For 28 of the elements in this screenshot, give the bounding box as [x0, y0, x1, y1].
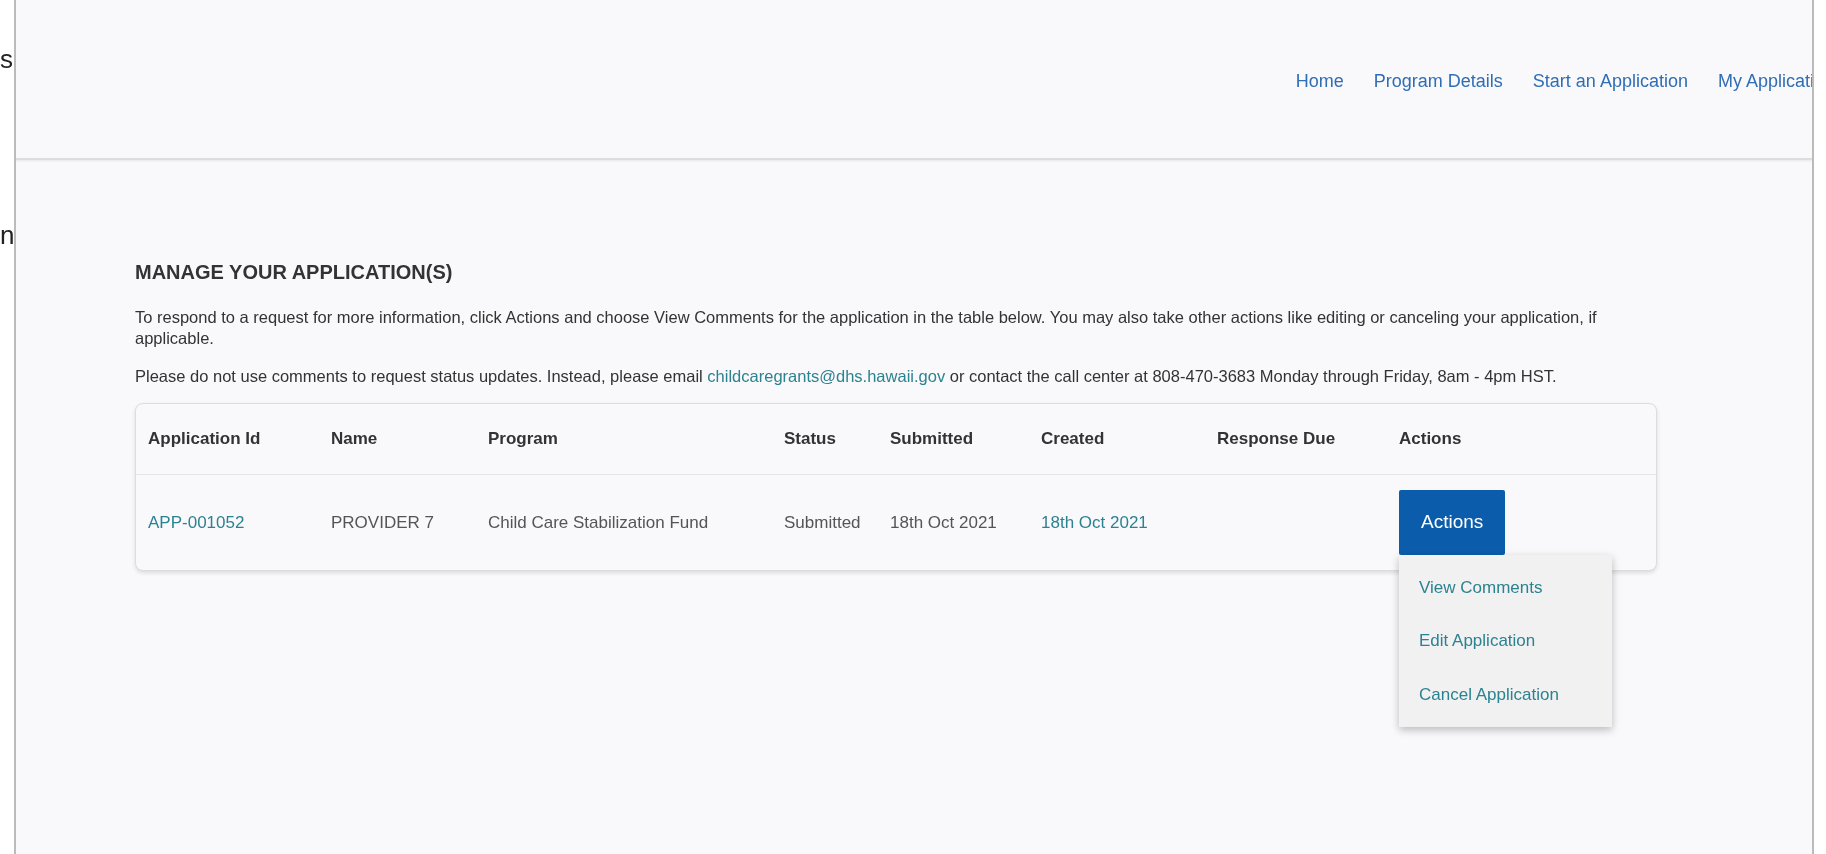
text-fragment: n	[0, 222, 15, 248]
column-header: Application Id	[136, 404, 319, 475]
table-link[interactable]: 18th Oct 2021	[1041, 512, 1148, 532]
column-header: Status	[772, 404, 878, 475]
column-header: Program	[476, 404, 772, 475]
nav-link[interactable]: Home	[1295, 68, 1344, 158]
menu-item[interactable]: Edit Application	[1399, 614, 1612, 668]
paragraph: To respond to a request for more information, click Actions and choose View Comments for the application in the table below. You may also take other actions like editing or canceling your application, if applicable.	[135, 307, 1598, 350]
nav-link[interactable]: My Applicati	[1717, 68, 1812, 158]
menu-item[interactable]: Cancel Application	[1399, 667, 1612, 722]
email-link[interactable]: childcaregrants@dhs.hawaii.gov	[707, 366, 946, 385]
table-cell: Child Care Stabilization Fund	[488, 512, 709, 532]
column-header: Response Due	[1205, 404, 1387, 475]
table-cell: PROVIDER 7	[331, 512, 434, 532]
nav-link[interactable]: Start an Application	[1532, 68, 1688, 158]
menu-item[interactable]: View Comments	[1399, 560, 1612, 615]
paragraph: Please do not use comments to request status updates. Instead, please email childcaregrants@dhs.hawaii.gov or contact the call center at 808-470-3683 Monday through Friday, 8am - 4pm HST.	[135, 365, 1558, 387]
nav-link[interactable]: Program Details	[1373, 68, 1503, 158]
table-link[interactable]: APP-001052	[148, 512, 245, 532]
column-header: Submitted	[878, 404, 1029, 475]
text-fragment: s	[0, 46, 13, 72]
column-header: Name	[319, 404, 476, 475]
table-cell: 18th Oct 2021	[890, 512, 997, 532]
column-header: Created	[1029, 404, 1205, 475]
column-header: Actions	[1387, 404, 1656, 475]
table-cell: Submitted	[784, 512, 861, 532]
actions-button[interactable]: Actions	[1399, 490, 1506, 555]
page-heading: MANAGE YOUR APPLICATION(S)	[135, 260, 454, 285]
